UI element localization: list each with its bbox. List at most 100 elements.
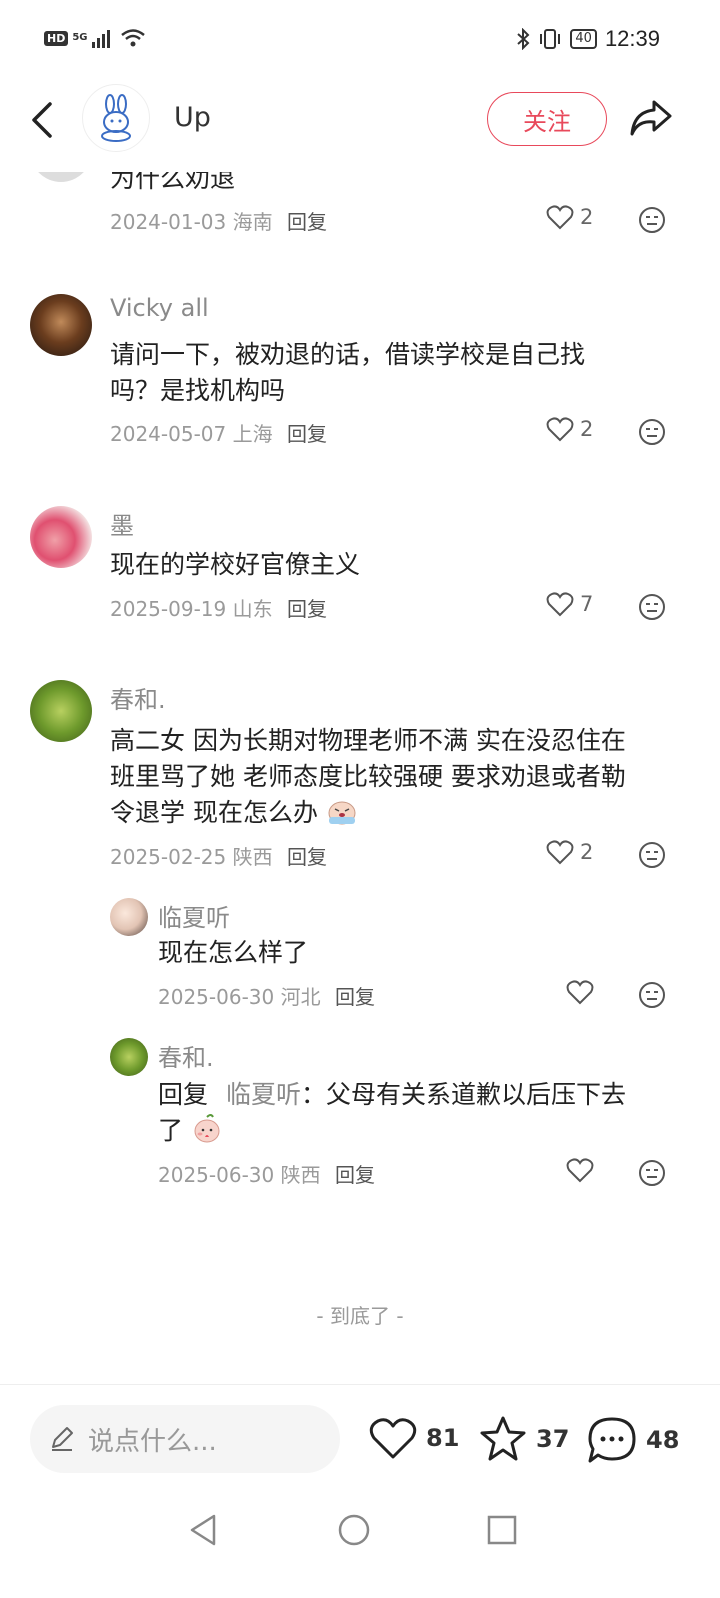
reply-text-line: 了 [158, 1112, 223, 1149]
battery-level: 40 [570, 29, 597, 49]
avatar[interactable] [110, 1038, 148, 1076]
avatar[interactable] [30, 294, 92, 356]
like-button[interactable] [566, 1157, 594, 1183]
status-right: 40 12:39 [516, 26, 660, 52]
like-post-button[interactable]: 81 [368, 1415, 459, 1461]
author-name[interactable]: Up [174, 102, 211, 133]
comment-location: 山东 [232, 597, 273, 621]
like-button[interactable] [566, 979, 594, 1005]
avatar[interactable] [110, 898, 148, 936]
reply-button[interactable]: 回复 [287, 845, 327, 869]
dislike-face-icon[interactable] [638, 418, 666, 446]
dislike-face-icon[interactable] [638, 593, 666, 621]
reply-button[interactable]: 回复 [335, 985, 375, 1009]
avatar[interactable] [30, 680, 92, 742]
crying-emoji-icon [328, 801, 356, 825]
reply-button[interactable]: 回复 [287, 597, 327, 621]
comment-text: 为什么劝退 [110, 172, 236, 193]
comment-username[interactable]: Vicky all [110, 294, 209, 322]
reply-location: 陕西 [280, 1163, 321, 1187]
top-bar: Up 关注 [0, 80, 720, 172]
comment-location: 上海 [232, 422, 273, 446]
reply-username[interactable]: 临夏听 [158, 898, 230, 933]
comment-username[interactable]: 春和. [110, 680, 166, 715]
like-count: 2 [580, 205, 594, 229]
reply-text-segment: 了 [158, 1116, 184, 1145]
star-icon [480, 1416, 526, 1461]
comment-meta: 2024-05-07 上海 回复 [110, 418, 327, 447]
peach-emoji-icon [194, 1114, 220, 1143]
comment-text-line: 令退学 现在怎么办 [110, 794, 358, 831]
avatar[interactable] [30, 506, 92, 568]
comment-input[interactable]: 说点什么... [30, 1405, 340, 1473]
network-label: 5G [72, 32, 88, 43]
comment-meta: 2025-02-25 陕西 回复 [110, 841, 327, 870]
like-count: 2 [580, 840, 594, 864]
comment-username[interactable]: 墨 [110, 506, 134, 541]
nav-home-icon[interactable] [334, 1510, 374, 1550]
share-icon[interactable] [628, 96, 672, 140]
reply-username[interactable]: 春和. [158, 1038, 214, 1073]
reply-location: 河北 [280, 985, 321, 1009]
heart-icon [566, 1158, 594, 1183]
comment-list[interactable]: 为什么劝退 2024-01-03 海南 回复 2 Vicky all 请问一下，… [0, 172, 720, 1384]
heart-icon [369, 1418, 417, 1459]
like-button[interactable]: 7 [546, 591, 593, 617]
favorite-button[interactable]: 37 [478, 1415, 569, 1463]
reply-prefix: 回复 [158, 1080, 209, 1109]
reply-text-line: 回复 临夏听：父母有关系道歉以后压下去 [158, 1076, 626, 1113]
comment-input-placeholder: 说点什么... [88, 1426, 217, 1457]
end-of-list-text: - 到底了 - [316, 1304, 404, 1328]
mention-username[interactable]: 临夏听 [226, 1080, 301, 1109]
clock: 12:39 [604, 26, 660, 51]
heart-icon [546, 840, 574, 865]
bluetooth-icon [517, 28, 530, 50]
like-button[interactable]: 2 [546, 839, 593, 865]
vibrate-icon [540, 29, 561, 49]
status-left: HD 5G [44, 28, 146, 48]
comment-location: 陕西 [232, 845, 273, 869]
follow-button[interactable]: 关注 [487, 92, 607, 146]
favorite-total: 37 [536, 1425, 570, 1453]
comment-location: 海南 [232, 210, 273, 234]
reply-text: 现在怎么样了 [158, 938, 309, 967]
comment-date: 2025-09-19 [110, 597, 227, 621]
dislike-face-icon[interactable] [638, 981, 666, 1009]
comment-button[interactable]: 48 [586, 1415, 679, 1465]
back-arrow-icon[interactable] [24, 98, 64, 142]
avatar[interactable] [30, 172, 92, 182]
reply-button[interactable]: 回复 [335, 1163, 375, 1187]
comment-date: 2024-01-03 [110, 210, 227, 234]
reply-date: 2025-06-30 [158, 985, 275, 1009]
comment-date: 2025-02-25 [110, 845, 227, 869]
reply-date: 2025-06-30 [158, 1163, 275, 1187]
wifi-icon [120, 29, 145, 47]
system-nav-bar [0, 1494, 720, 1598]
bottom-action-bar: 说点什么... 81 37 48 [0, 1384, 720, 1494]
dislike-face-icon[interactable] [638, 841, 666, 869]
comment-text-line: 请问一下，被劝退的话，借读学校是自己找 [110, 340, 586, 369]
comment-text-line: 高二女 因为长期对物理老师不满 实在没忍住在 [110, 726, 626, 755]
like-count: 7 [580, 592, 594, 616]
dislike-face-icon[interactable] [638, 206, 666, 234]
like-button[interactable]: 2 [546, 416, 593, 442]
comment-text-segment: 令退学 现在怎么办 [110, 798, 318, 827]
heart-icon [546, 205, 574, 230]
comment-date: 2024-05-07 [110, 422, 227, 446]
comment-text: 现在的学校好官僚主义 [110, 550, 361, 579]
heart-icon [546, 417, 574, 442]
like-button[interactable]: 2 [546, 204, 593, 230]
comment-total: 48 [646, 1426, 680, 1454]
like-total: 81 [426, 1424, 460, 1452]
nav-recents-icon[interactable] [482, 1510, 522, 1550]
comment-meta: 2024-01-03 海南 回复 [110, 206, 327, 235]
dislike-face-icon[interactable] [638, 1159, 666, 1187]
author-avatar[interactable] [82, 84, 150, 152]
comment-text-line: 吗？是找机构吗 [110, 376, 286, 405]
pencil-icon [52, 1427, 73, 1451]
reply-button[interactable]: 回复 [287, 210, 327, 234]
reply-button[interactable]: 回复 [287, 422, 327, 446]
nav-back-icon[interactable] [184, 1510, 224, 1550]
heart-icon [546, 592, 574, 617]
hd-badge: HD [44, 30, 69, 46]
